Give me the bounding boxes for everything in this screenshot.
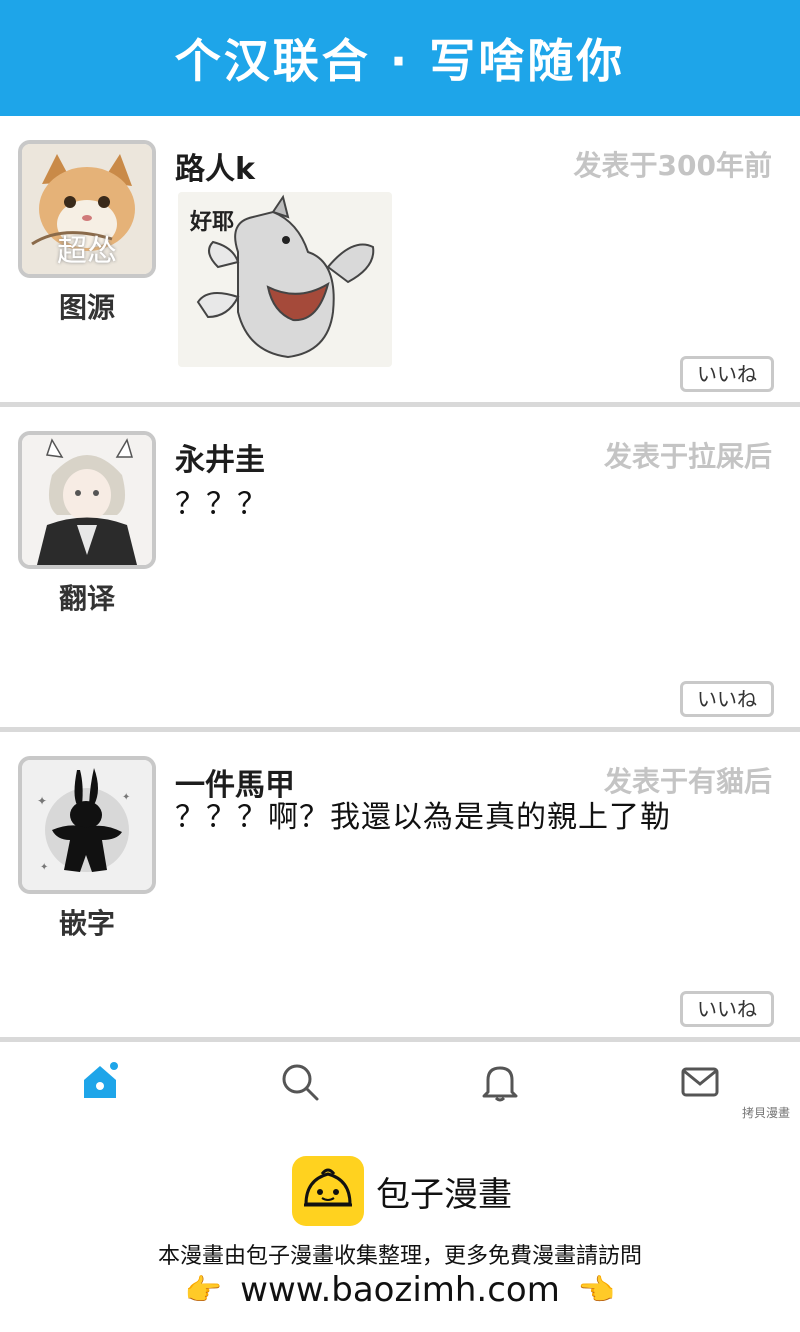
- footer-banner: 包子漫畫 本漫畫由包子漫畫收集整理，更多免費漫畫請訪問 👉 www.baozim…: [0, 1150, 800, 1332]
- tab-search[interactable]: [270, 1052, 330, 1112]
- avatar-caption: 图源: [58, 291, 115, 324]
- anime-boy-avatar-image: [22, 435, 152, 565]
- mail-icon: [681, 1067, 719, 1097]
- post-author-block: 超怂 图源: [18, 140, 156, 326]
- brand-row: 包子漫畫: [292, 1156, 512, 1226]
- like-button[interactable]: いいね: [680, 991, 774, 1027]
- search-icon: [282, 1064, 319, 1101]
- tab-home[interactable]: [70, 1052, 130, 1112]
- svg-text:✦: ✦: [37, 794, 47, 808]
- pointing-left-hand-icon: 👈: [577, 1272, 616, 1308]
- app-header: 个汉联合 · 写啥随你: [0, 0, 800, 116]
- watermark-text: 拷貝漫畫: [741, 1106, 790, 1120]
- sticker-caption: 好耶: [190, 210, 235, 235]
- post-timestamp: 发表于300年前: [573, 149, 772, 182]
- post-text: ？？？: [175, 487, 268, 522]
- avatar[interactable]: ✦ ✦ ✦: [18, 756, 156, 894]
- header-title: 个汉联合 · 写啥随你: [174, 34, 626, 88]
- bottom-tab-bar: [0, 1037, 800, 1127]
- post-item: 超怂 图源 路人k 发表于300年前 好耶 いいね: [0, 116, 800, 407]
- dog-sticker-image: 好耶: [178, 192, 392, 367]
- svg-text:✦: ✦: [40, 862, 48, 873]
- pointing-right-hand-icon: 👉: [184, 1272, 223, 1308]
- home-icon: [84, 1062, 118, 1098]
- post-feed: 超怂 图源 路人k 发表于300年前 好耶 いいね 翻译 永井圭 发表于拉屎后 …: [0, 116, 800, 1042]
- avatar-overlay-text: 超怂: [57, 234, 117, 269]
- post-author-block: 翻译: [18, 431, 156, 617]
- tab-messages[interactable]: [670, 1052, 730, 1112]
- avatar[interactable]: [18, 431, 156, 569]
- like-button[interactable]: いいね: [680, 356, 774, 392]
- svg-text:✦: ✦: [122, 792, 130, 803]
- rabbit-silhouette-avatar-image: ✦ ✦ ✦: [22, 760, 152, 890]
- bun-logo-icon: [292, 1156, 364, 1226]
- tab-notifications[interactable]: [470, 1052, 530, 1112]
- post-item: ✦ ✦ ✦ 嵌字 一件馬甲 发表于有貓后 ？？？啊？我還以為是真的親上了勒 いい…: [0, 732, 800, 1042]
- avatar-caption: 嵌字: [58, 907, 115, 940]
- post-username[interactable]: 路人k: [175, 144, 255, 188]
- brand-name: 包子漫畫: [376, 1174, 512, 1215]
- post-timestamp: 发表于拉屎后: [603, 440, 772, 473]
- post-username[interactable]: 永井圭: [175, 435, 265, 479]
- avatar-caption: 翻译: [58, 582, 115, 615]
- avatar[interactable]: 超怂: [18, 140, 156, 278]
- footer-notice: 本漫畫由包子漫畫收集整理，更多免費漫畫請訪問: [157, 1244, 642, 1269]
- footer-url-row: 👉 www.baozimh.com 👈: [0, 1270, 800, 1310]
- post-text: ？？？啊？我還以為是真的親上了勒: [175, 800, 671, 835]
- bell-icon: [482, 1066, 518, 1102]
- footer-url-link[interactable]: www.baozimh.com: [240, 1270, 560, 1310]
- post-author-block: ✦ ✦ ✦ 嵌字: [18, 756, 156, 942]
- post-item: 翻译 永井圭 发表于拉屎后 ？？？ いいね: [0, 407, 800, 732]
- like-button[interactable]: いいね: [680, 681, 774, 717]
